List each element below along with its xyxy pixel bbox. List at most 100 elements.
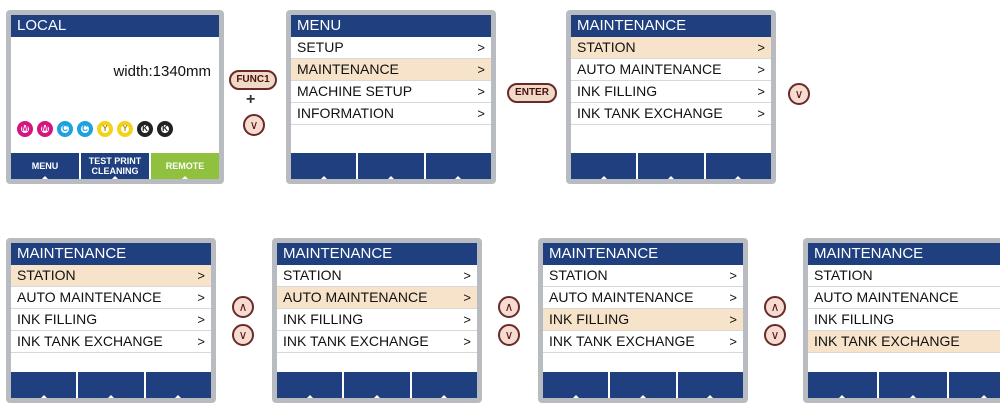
menu-item-auto-maintenance[interactable]: AUTO MAINTENANCE> <box>543 287 743 309</box>
menu-item-ink-tank-exchange[interactable]: INK TANK EXCHANGE> <box>277 331 477 353</box>
menu-item-label: INK FILLING <box>549 311 630 327</box>
menu-item-label: STATION <box>549 267 608 283</box>
local-screen: LOCAL width:1340mm M M C C Y Y K K MENU … <box>6 10 224 184</box>
fkey-1[interactable] <box>291 153 357 179</box>
chevron-right-icon: > <box>197 334 205 349</box>
width-readout: width:1340mm <box>113 63 211 80</box>
plus-sign: + <box>246 91 256 108</box>
down-key-2[interactable]: ∨ <box>788 83 810 105</box>
menu-item-setup[interactable]: SETUP > <box>291 37 491 59</box>
down-key-1[interactable]: ∨ <box>243 114 265 136</box>
fkey-3[interactable] <box>705 153 771 179</box>
fkey-2[interactable] <box>878 372 948 398</box>
maintenance-screen-2: MAINTENANCE STATION > AUTO MAINTENANCE > I… <box>6 238 216 403</box>
maintenance-function-bar <box>11 372 211 398</box>
fkey-test-print-cleaning[interactable]: TEST PRINT CLEANING <box>81 153 149 179</box>
down-key-3[interactable]: ∨ <box>232 324 254 346</box>
menu-function-bar <box>291 153 491 179</box>
menu-item-information[interactable]: INFORMATION > <box>291 103 491 125</box>
menu-item-ink-tank-exchange[interactable]: INK TANK EXCHANGE > <box>11 331 211 353</box>
ink-k1: K <box>137 121 153 137</box>
chevron-right-icon: > <box>757 40 765 55</box>
menu-item-label: INK TANK EXCHANGE <box>577 105 723 121</box>
ink-c2: C <box>77 121 93 137</box>
menu-item-machine-setup[interactable]: MACHINE SETUP > <box>291 81 491 103</box>
func1-key[interactable]: FUNC1 <box>229 70 277 90</box>
menu-item-ink-tank-exchange[interactable]: INK TANK EXCHANGE> <box>808 331 1000 353</box>
up-key-3[interactable]: ∧ <box>764 296 786 318</box>
menu-item-auto-maintenance[interactable]: AUTO MAINTENANCE> <box>808 287 1000 309</box>
chevron-right-icon: > <box>477 84 485 99</box>
fkey-menu[interactable]: MENU <box>11 153 79 179</box>
fkey-1[interactable] <box>11 372 77 398</box>
maintenance-function-bar <box>543 372 743 398</box>
up-key-1[interactable]: ∧ <box>232 296 254 318</box>
maintenance-lcd: MAINTENANCE STATION> AUTO MAINTENANCE> I… <box>277 243 477 398</box>
fkey-3[interactable] <box>145 372 211 398</box>
chevron-right-icon: > <box>463 268 471 283</box>
menu-item-ink-filling[interactable]: INK FILLING> <box>571 81 771 103</box>
menu-item-station[interactable]: STATION> <box>11 265 211 287</box>
fkey-3[interactable] <box>949 372 1000 398</box>
menu-item-label: AUTO MAINTENANCE <box>577 61 722 77</box>
menu-item-maintenance[interactable]: MAINTENANCE > <box>291 59 491 81</box>
fkey-3[interactable] <box>411 372 477 398</box>
ink-status-row: M M C C Y Y K K <box>17 121 173 137</box>
fkey-1[interactable] <box>808 372 877 398</box>
fkey-1[interactable] <box>571 153 637 179</box>
chevron-right-icon: > <box>729 312 737 327</box>
menu-item-station[interactable]: STATION > <box>543 265 743 287</box>
menu-item-auto-maintenance[interactable]: AUTO MAINTENANCE> <box>277 287 477 309</box>
ink-y1: Y <box>97 121 113 137</box>
menu-item-label: INK FILLING <box>17 311 98 327</box>
menu-item-station[interactable]: STATION> <box>277 265 477 287</box>
menu-item-ink-filling[interactable]: INK FILLING> <box>808 309 1000 331</box>
chevron-right-icon: > <box>463 334 471 349</box>
maintenance-lcd: MAINTENANCE STATION> AUTO MAINTENANCE> I… <box>571 15 771 179</box>
chevron-right-icon: > <box>197 312 205 327</box>
menu-item-station[interactable]: STATION> <box>808 265 1000 287</box>
menu-item-label: STATION <box>577 39 636 55</box>
down-key-5[interactable]: ∨ <box>764 324 786 346</box>
local-title: LOCAL <box>11 15 219 37</box>
fkey-3[interactable] <box>677 372 743 398</box>
ink-y2: Y <box>117 121 133 137</box>
enter-key[interactable]: ENTER <box>507 83 557 103</box>
fkey-2[interactable] <box>344 372 410 398</box>
fkey-1[interactable] <box>543 372 609 398</box>
chevron-right-icon: > <box>757 106 765 121</box>
menu-item-ink-filling[interactable]: INK FILLING> <box>277 309 477 331</box>
menu-item-ink-filling[interactable]: INK FILLING > <box>11 309 211 331</box>
fkey-remote[interactable]: REMOTE <box>151 153 219 179</box>
maintenance-lcd: MAINTENANCE STATION> AUTO MAINTENANCE> I… <box>11 243 211 398</box>
maintenance-screen-4: MAINTENANCE STATION > AUTO MAINTENANCE > I… <box>538 238 748 403</box>
fkey-2[interactable] <box>638 153 704 179</box>
menu-item-auto-maintenance[interactable]: AUTO MAINTENANCE> <box>571 59 771 81</box>
chevron-right-icon: > <box>729 290 737 305</box>
maintenance-title: MAINTENANCE <box>571 15 771 37</box>
menu-item-label: SETUP <box>297 39 344 55</box>
fkey-2[interactable] <box>358 153 424 179</box>
chevron-right-icon: > <box>729 334 737 349</box>
menu-item-label: MAINTENANCE <box>297 61 399 77</box>
menu-item-label: INK FILLING <box>283 311 364 327</box>
fkey-2[interactable] <box>610 372 676 398</box>
menu-item-station[interactable]: STATION > <box>571 37 771 59</box>
menu-item-label: INK TANK EXCHANGE <box>17 333 163 349</box>
menu-item-label: AUTO MAINTENANCE <box>17 289 162 305</box>
menu-item-ink-filling[interactable]: INK FILLING > <box>543 309 743 331</box>
fkey-1[interactable] <box>277 372 343 398</box>
chevron-right-icon: > <box>729 268 737 283</box>
menu-item-ink-tank-exchange[interactable]: INK TANK EXCHANGE> <box>543 331 743 353</box>
menu-item-ink-tank-exchange[interactable]: INK TANK EXCHANGE > <box>571 103 771 125</box>
fkey-2[interactable] <box>78 372 144 398</box>
menu-item-label: INK TANK EXCHANGE <box>814 333 960 349</box>
down-key-4[interactable]: ∨ <box>498 324 520 346</box>
menu-item-auto-maintenance[interactable]: AUTO MAINTENANCE> <box>11 287 211 309</box>
local-lcd: LOCAL width:1340mm M M C C Y Y K K MENU … <box>11 15 219 179</box>
menu-item-label: INFORMATION <box>297 105 394 121</box>
maintenance-lcd: MAINTENANCE STATION> AUTO MAINTENANCE> I… <box>808 243 1000 398</box>
fkey-3[interactable] <box>425 153 491 179</box>
up-key-2[interactable]: ∧ <box>498 296 520 318</box>
menu-item-label: MACHINE SETUP <box>297 83 413 99</box>
